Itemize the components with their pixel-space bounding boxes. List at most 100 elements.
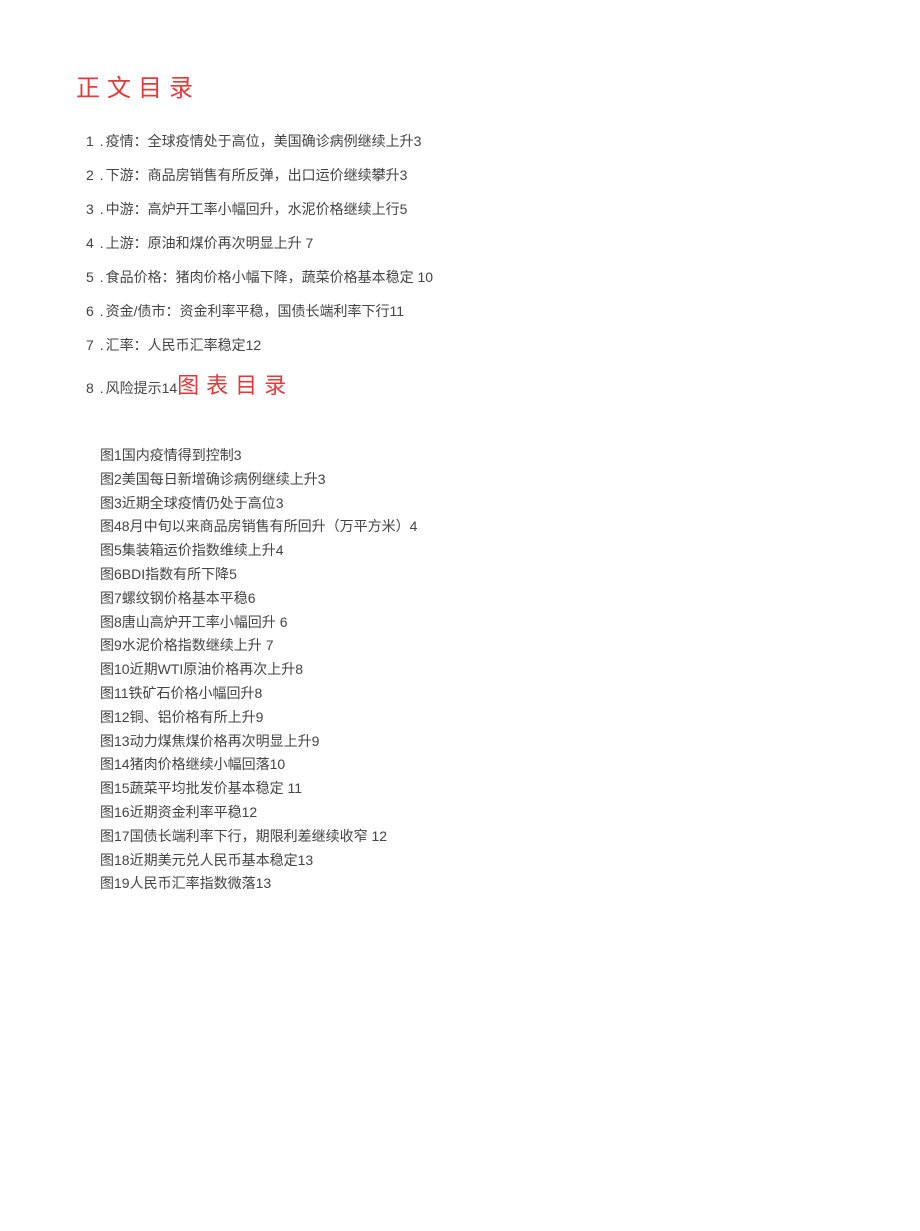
figure-title: 铜、铝价格有所上升 xyxy=(130,709,256,725)
figure-item: 图16近期资金利率平稳12 xyxy=(100,801,844,825)
figure-item: 图14猪肉价格继续小幅回落10 xyxy=(100,753,844,777)
figure-page: 3 xyxy=(234,447,242,463)
main-toc-heading: 正文目录 xyxy=(76,68,844,103)
figure-label: 图19 xyxy=(100,875,130,891)
figure-page: 11 xyxy=(287,780,302,796)
toc-title: 中游：高炉开工率小幅回升，水泥价格继续上行 xyxy=(106,201,400,217)
main-toc-list: 1 .疫情：全球疫情处于高位，美国确诊病例继续上升3 2 .下游：商品房销售有所… xyxy=(76,131,844,402)
toc-sep: . xyxy=(100,133,104,149)
toc-page: 10 xyxy=(417,269,433,285)
figure-label: 图9 xyxy=(100,637,122,653)
toc-title: 资金/债市：资金利率平稳，国债长端利率下行 xyxy=(106,303,390,319)
toc-page: 14 xyxy=(162,380,178,396)
toc-page: 12 xyxy=(246,337,262,353)
figure-page: 12 xyxy=(371,828,387,844)
toc-title: 下游：商品房销售有所反弹，出口运价继续攀升 xyxy=(106,167,400,183)
toc-item: 4 .上游：原油和煤价再次明显上升 7 xyxy=(86,233,844,254)
figure-title: 美国每日新增确诊病例继续上升 xyxy=(122,471,318,487)
figure-item: 图8唐山高炉开工率小幅回升 6 xyxy=(100,611,844,635)
figure-title: 唐山高炉开工率小幅回升 xyxy=(122,614,276,630)
figure-label: 图16 xyxy=(100,804,130,820)
figure-item: 图13动力煤焦煤价格再次明显上升9 xyxy=(100,730,844,754)
toc-title: 汇率：人民币汇率稳定 xyxy=(106,337,246,353)
figure-label: 图1 xyxy=(100,447,122,463)
toc-sep: . xyxy=(100,167,104,183)
figure-label: 图18 xyxy=(100,852,130,868)
toc-num: 3 xyxy=(86,199,94,220)
figure-title: 国内疫情得到控制 xyxy=(122,447,234,463)
figure-item: 图19人民币汇率指数微落13 xyxy=(100,872,844,896)
toc-item: 3 .中游：高炉开工率小幅回升，水泥价格继续上行5 xyxy=(86,199,844,220)
figure-title: 铁矿石价格小幅回升 xyxy=(129,685,255,701)
figure-title: 集装箱运价指数维续上升 xyxy=(122,542,276,558)
toc-num: 8 xyxy=(86,378,94,399)
toc-num: 1 xyxy=(86,131,94,152)
figure-page: 3 xyxy=(318,471,326,487)
figure-page: 9 xyxy=(256,709,264,725)
figure-label: 图13 xyxy=(100,733,130,749)
toc-title: 疫情：全球疫情处于高位，美国确诊病例继续上升 xyxy=(106,133,414,149)
toc-item: 5 .食品价格：猪肉价格小幅下降，蔬菜价格基本稳定 10 xyxy=(86,267,844,288)
toc-num: 4 xyxy=(86,233,94,254)
figure-page: 12 xyxy=(242,804,258,820)
figure-item: 图11铁矿石价格小幅回升8 xyxy=(100,682,844,706)
figure-item: 图1国内疫情得到控制3 xyxy=(100,444,844,468)
figure-item: 图12铜、铝价格有所上升9 xyxy=(100,706,844,730)
figure-item: 图9水泥价格指数继续上升 7 xyxy=(100,634,844,658)
toc-num: 6 xyxy=(86,301,94,322)
figure-page: 10 xyxy=(270,756,286,772)
toc-num: 7 xyxy=(86,335,94,356)
figure-label: 图15 xyxy=(100,780,130,796)
figure-page: 8 xyxy=(255,685,263,701)
toc-title: 风险提示 xyxy=(106,380,162,396)
figure-label: 图5 xyxy=(100,542,122,558)
figure-label: 图17 xyxy=(100,828,130,844)
toc-page: 11 xyxy=(389,303,404,319)
figure-page: 13 xyxy=(256,875,272,891)
figure-item: 图10近期WTI原油价格再次上升8 xyxy=(100,658,844,682)
figure-toc-heading: 图表目录 xyxy=(177,373,293,398)
figure-title: 人民币汇率指数微落 xyxy=(130,875,256,891)
figure-title: BDI指数有所下降 xyxy=(122,566,229,582)
figure-item: 图5集装箱运价指数维续上升4 xyxy=(100,539,844,563)
figure-title: 近期美元兑人民币基本稳定 xyxy=(130,852,298,868)
toc-item: 6 .资金/债市：资金利率平稳，国债长端利率下行11 xyxy=(86,301,844,322)
figure-page: 8 xyxy=(295,661,303,677)
figure-label: 图12 xyxy=(100,709,130,725)
toc-page: 7 xyxy=(305,235,313,251)
figure-title: 螺纹钢价格基本平稳 xyxy=(122,590,248,606)
figure-page: 7 xyxy=(266,637,274,653)
figure-item: 图17国债长端利率下行，期限利差继续收窄 12 xyxy=(100,825,844,849)
figure-page: 9 xyxy=(312,733,320,749)
figure-page: 6 xyxy=(280,614,288,630)
figure-label: 图14 xyxy=(100,756,130,772)
figure-item: 图7螺纹钢价格基本平稳6 xyxy=(100,587,844,611)
figure-page: 4 xyxy=(410,518,418,534)
figure-label: 图2 xyxy=(100,471,122,487)
toc-item: 2 .下游：商品房销售有所反弹，出口运价继续攀升3 xyxy=(86,165,844,186)
figure-item: 图18近期美元兑人民币基本稳定13 xyxy=(100,849,844,873)
figure-title: 近期WTI原油价格再次上升 xyxy=(130,661,296,677)
toc-sep: . xyxy=(100,303,104,319)
figure-item: 图3近期全球疫情仍处于高位3 xyxy=(100,492,844,516)
toc-item: 1 .疫情：全球疫情处于高位，美国确诊病例继续上升3 xyxy=(86,131,844,152)
figure-page: 5 xyxy=(229,566,237,582)
toc-title: 上游：原油和煤价再次明显上升 xyxy=(106,235,302,251)
figure-label: 图7 xyxy=(100,590,122,606)
figure-page: 13 xyxy=(298,852,314,868)
toc-page: 3 xyxy=(414,133,422,149)
toc-item: 7 .汇率：人民币汇率稳定12 xyxy=(86,335,844,356)
figure-label: 图3 xyxy=(100,495,122,511)
figure-item: 图6BDI指数有所下降5 xyxy=(100,563,844,587)
toc-sep: . xyxy=(100,337,104,353)
figure-page: 4 xyxy=(276,542,284,558)
figure-title: 8月中旬以来商品房销售有所回升（万平方米） xyxy=(122,518,410,534)
figure-label: 图10 xyxy=(100,661,130,677)
figure-title: 水泥价格指数继续上升 xyxy=(122,637,262,653)
figure-title: 近期全球疫情仍处于高位 xyxy=(122,495,276,511)
figure-title: 国债长端利率下行，期限利差继续收窄 xyxy=(130,828,368,844)
toc-sep: . xyxy=(100,380,104,396)
figure-title: 蔬菜平均批发价基本稳定 xyxy=(130,780,284,796)
toc-page: 5 xyxy=(400,201,408,217)
figure-label: 图6 xyxy=(100,566,122,582)
